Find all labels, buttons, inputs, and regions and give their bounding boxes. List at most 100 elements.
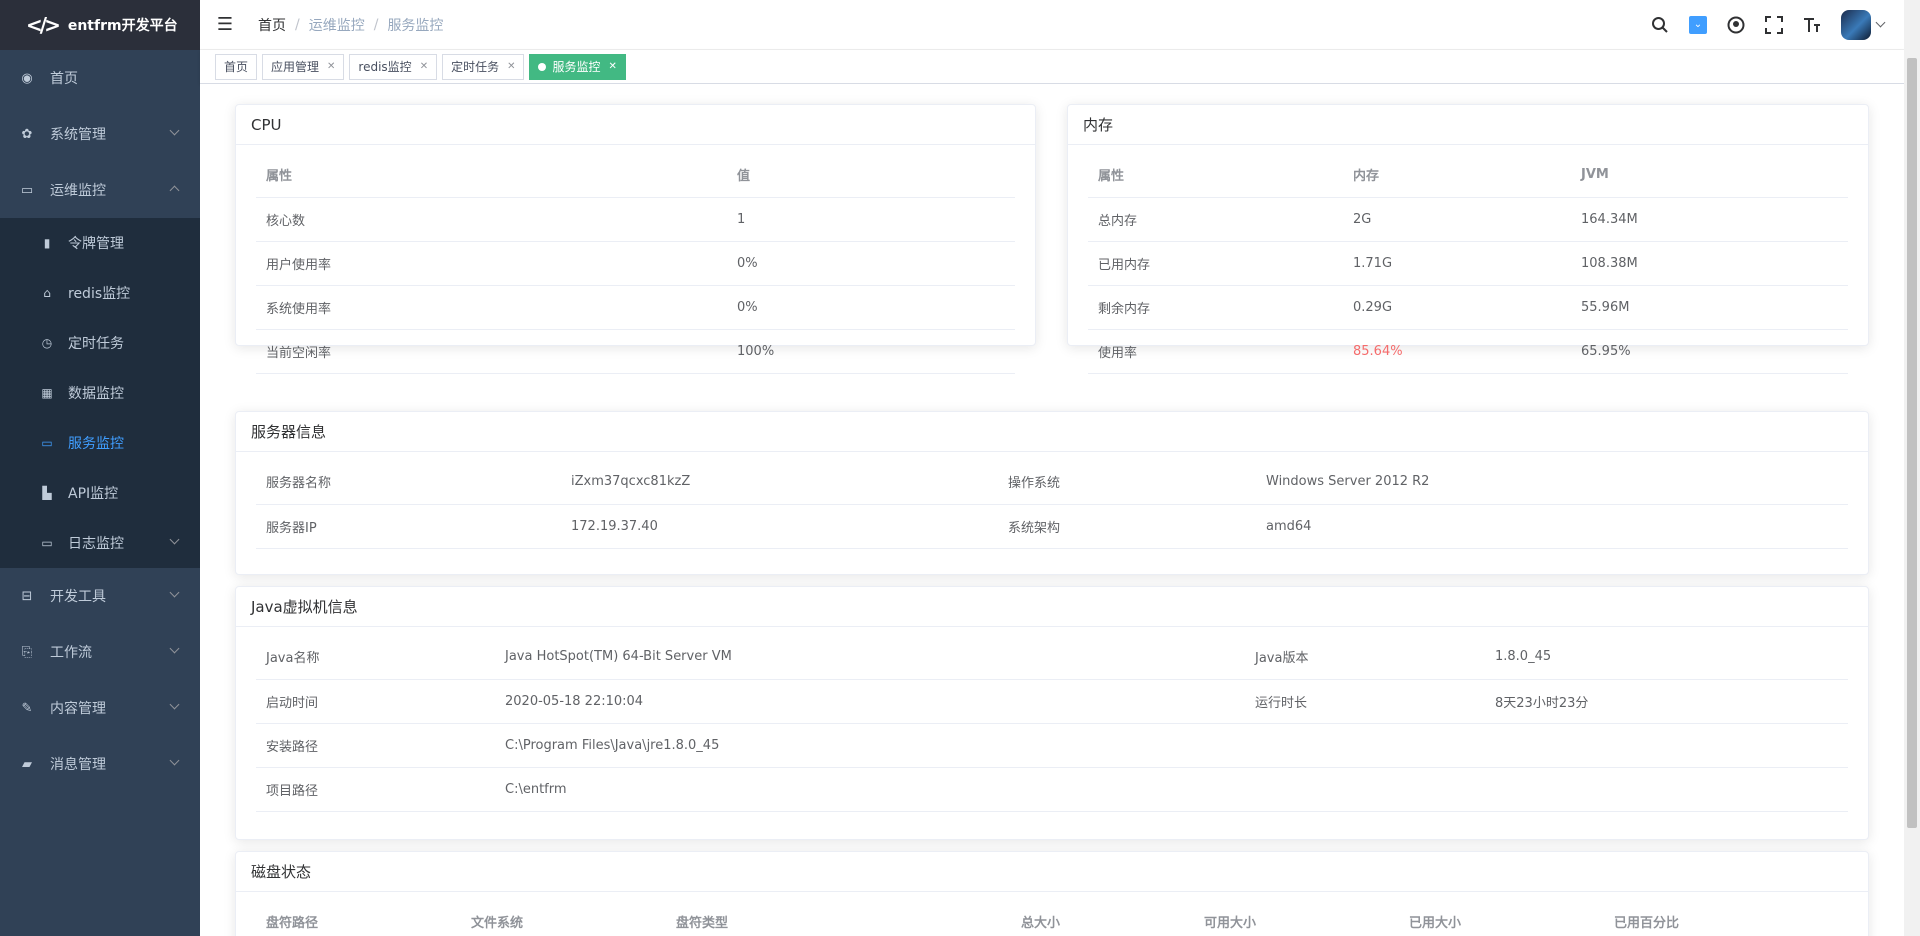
card-title: 服务器信息 bbox=[236, 412, 1868, 452]
search-icon[interactable] bbox=[1641, 0, 1679, 50]
table-cell: 2020-05-18 22:10:04 bbox=[495, 679, 1245, 724]
table-row: 项目路径 C:\entfrm bbox=[256, 767, 1848, 812]
table-cell: 安装路径 bbox=[256, 723, 495, 768]
sidebar-item-workflow[interactable]: ⎘ 工作流 bbox=[0, 624, 200, 680]
sidebar-item-token[interactable]: ▮ 令牌管理 bbox=[0, 218, 200, 268]
avatar[interactable] bbox=[1841, 9, 1871, 40]
app-title: entfrm开发平台 bbox=[67, 18, 178, 34]
table-cell: 运行时长 bbox=[1245, 679, 1485, 724]
sidebar-item-label: 数据监控 bbox=[68, 386, 124, 402]
breadcrumb-item[interactable]: 首页 bbox=[258, 15, 286, 35]
table-header-row: 属性 值 bbox=[256, 153, 1015, 198]
active-dot-icon bbox=[538, 62, 547, 71]
sidebar-item-server[interactable]: ▭ 服务监控 bbox=[0, 418, 200, 468]
table-cell: 已用内存 bbox=[1088, 241, 1343, 286]
table-cell bbox=[1245, 767, 1485, 812]
caret-down-icon[interactable] bbox=[1875, 17, 1886, 28]
table-cell bbox=[1485, 723, 1848, 768]
table-cell: Java版本 bbox=[1245, 635, 1485, 680]
table-cell: 核心数 bbox=[256, 197, 727, 242]
gear-icon: ✿ bbox=[21, 126, 33, 142]
database-icon: ▦ bbox=[41, 386, 53, 400]
tag-label: 服务监控 bbox=[552, 59, 601, 74]
tag-redis[interactable]: redis监控 ✕ bbox=[349, 53, 438, 80]
sidebar-item-ops[interactable]: ▭ 运维监控 bbox=[0, 162, 200, 218]
sidebar-item-label: 系统管理 bbox=[50, 127, 106, 143]
table-cell: 172.19.37.40 bbox=[561, 504, 998, 549]
column-header: 文件系统 bbox=[461, 900, 666, 936]
logo-icon: </> bbox=[26, 13, 61, 37]
chevron-down-icon bbox=[169, 125, 180, 136]
column-header: 属性 bbox=[256, 153, 727, 198]
sidebar-item-devtools[interactable]: ⊟ 开发工具 bbox=[0, 568, 200, 624]
column-header: JVM bbox=[1571, 153, 1848, 198]
sidebar-item-log[interactable]: ▭ 日志监控 bbox=[0, 518, 200, 568]
table-row: 系统使用率 0% bbox=[256, 285, 1015, 330]
sidebar-item-content[interactable]: ✎ 内容管理 bbox=[0, 680, 200, 736]
tag-label: 首页 bbox=[224, 59, 249, 74]
memory-table: 属性 内存 JVM 总内存 2G 164.34M 已用内存 1.71G 108.… bbox=[1088, 153, 1848, 374]
sidebar-item-message[interactable]: ▰ 消息管理 bbox=[0, 736, 200, 792]
page-scrollbar[interactable] bbox=[1904, 0, 1920, 936]
table-cell: 当前空闲率 bbox=[256, 329, 727, 374]
redis-icon: ⌂ bbox=[43, 286, 51, 300]
sidebar-item-label: 定时任务 bbox=[68, 336, 124, 352]
table-cell: 0% bbox=[727, 241, 1015, 286]
table-header-row: 盘符路径 文件系统 盘符类型 总大小 可用大小 已用大小 已用百分比 bbox=[256, 900, 1848, 936]
close-icon[interactable]: ✕ bbox=[609, 55, 617, 79]
table-cell: 55.96M bbox=[1571, 285, 1848, 330]
logo[interactable]: </> entfrm开发平台 bbox=[0, 0, 200, 50]
table-cell: iZxm37qcxc81kzZ bbox=[561, 460, 998, 505]
tag-label: 定时任务 bbox=[451, 59, 500, 74]
server-icon: ▭ bbox=[41, 436, 53, 450]
server-card: 服务器信息 服务器名称 iZxm37qcxc81kzZ 操作系统 Windows… bbox=[235, 411, 1869, 575]
message-box-icon[interactable]: ⌄ bbox=[1679, 0, 1717, 50]
table-row: 当前空闲率 100% bbox=[256, 329, 1015, 374]
column-header: 属性 bbox=[1088, 153, 1343, 198]
sidebar-item-data[interactable]: ▦ 数据监控 bbox=[0, 368, 200, 418]
close-icon[interactable]: ✕ bbox=[507, 55, 515, 79]
table-row: 剩余内存 0.29G 55.96M bbox=[1088, 285, 1848, 330]
sidebar: </> entfrm开发平台 ◉ 首页 ✿ 系统管理 ▭ 运维监控 ▮ 令牌管理… bbox=[0, 0, 200, 936]
github-icon[interactable] bbox=[1717, 0, 1755, 50]
log-icon: ▭ bbox=[41, 536, 53, 550]
table-cell: 剩余内存 bbox=[1088, 285, 1343, 330]
table-cell: Java名称 bbox=[256, 635, 495, 680]
toolbox-icon: ⊟ bbox=[21, 588, 33, 604]
chevron-down-icon bbox=[169, 755, 180, 766]
breadcrumb-item[interactable]: 运维监控 bbox=[309, 15, 365, 35]
jvm-card: Java虚拟机信息 Java名称 Java HotSpot(TM) 64-Bit… bbox=[235, 586, 1869, 840]
submenu-ops: ▮ 令牌管理 ⌂ redis监控 ◷ 定时任务 ▦ 数据监控 ▭ 服务监控 ▙ … bbox=[0, 218, 200, 568]
card-title: 磁盘状态 bbox=[236, 852, 1868, 892]
sidebar-item-home[interactable]: ◉ 首页 bbox=[0, 50, 200, 106]
jvm-table: Java名称 Java HotSpot(TM) 64-Bit Server VM… bbox=[256, 635, 1848, 812]
tag-server[interactable]: 服务监控 ✕ bbox=[529, 53, 626, 80]
breadcrumb-separator: / bbox=[295, 16, 300, 33]
table-cell: 用户使用率 bbox=[256, 241, 727, 286]
tag-home[interactable]: 首页 bbox=[215, 53, 258, 80]
table-cell: 1.71G bbox=[1343, 241, 1571, 286]
table-cell: 项目路径 bbox=[256, 767, 495, 812]
tag-app[interactable]: 应用管理 ✕ bbox=[262, 53, 345, 80]
close-icon[interactable]: ✕ bbox=[420, 55, 428, 79]
hamburger-icon[interactable]: ☰ bbox=[200, 0, 250, 50]
chevron-down-icon bbox=[169, 643, 180, 654]
table-cell: 系统架构 bbox=[998, 504, 1256, 549]
font-size-icon[interactable] bbox=[1793, 0, 1831, 50]
table-cell: 0.29G bbox=[1343, 285, 1571, 330]
table-cell: C:\Program Files\Java\jre1.8.0_45 bbox=[495, 723, 1245, 768]
sidebar-item-label: 首页 bbox=[50, 71, 78, 87]
table-row: 安装路径 C:\Program Files\Java\jre1.8.0_45 bbox=[256, 723, 1848, 768]
fullscreen-icon[interactable] bbox=[1755, 0, 1793, 50]
disk-table: 盘符路径 文件系统 盘符类型 总大小 可用大小 已用大小 已用百分比 bbox=[256, 900, 1848, 936]
sidebar-item-label: 服务监控 bbox=[68, 436, 124, 452]
sidebar-item-api[interactable]: ▙ API监控 bbox=[0, 468, 200, 518]
sidebar-item-redis[interactable]: ⌂ redis监控 bbox=[0, 268, 200, 318]
sidebar-item-system[interactable]: ✿ 系统管理 bbox=[0, 106, 200, 162]
table-cell: 启动时间 bbox=[256, 679, 495, 724]
card-title: Java虚拟机信息 bbox=[236, 587, 1868, 627]
tag-job[interactable]: 定时任务 ✕ bbox=[442, 53, 525, 80]
scrollbar-thumb[interactable] bbox=[1907, 58, 1917, 828]
sidebar-item-job[interactable]: ◷ 定时任务 bbox=[0, 318, 200, 368]
close-icon[interactable]: ✕ bbox=[327, 55, 335, 79]
